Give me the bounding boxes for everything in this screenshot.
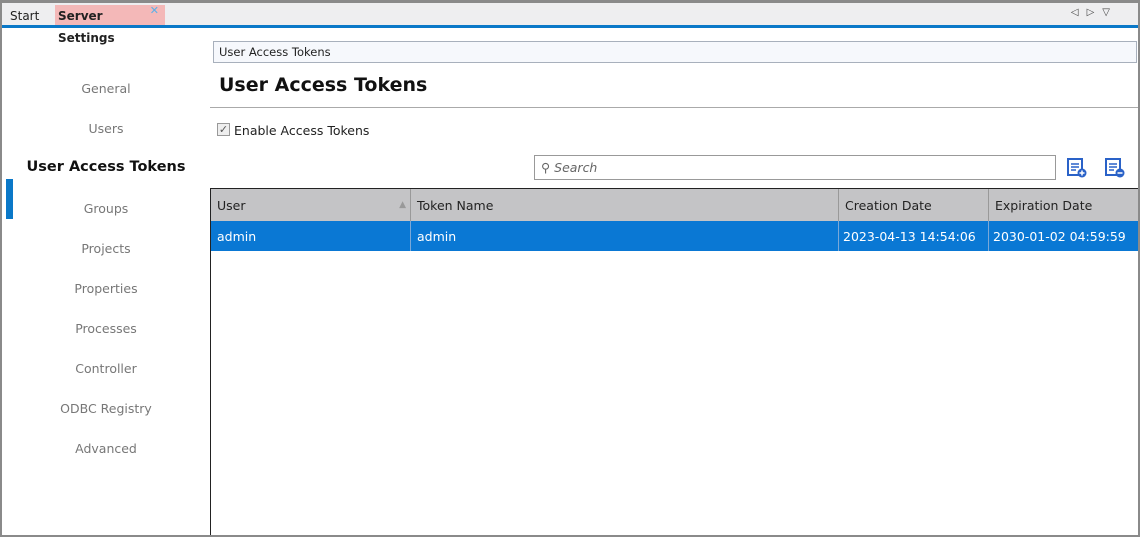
scroll-left-icon[interactable]: ◁ [1071,7,1087,18]
cell-creation-date: 2023-04-13 14:54:06 [839,221,989,251]
breadcrumb: User Access Tokens [213,41,1137,63]
column-header-token-name[interactable]: Token Name [411,189,839,221]
enable-tokens-label[interactable]: Enable Access Tokens [234,123,369,138]
table-header: User ▲ Token Name Creation Date Expiratio… [211,189,1138,221]
cell-expiration-date: 2030-01-02 04:59:59 [993,228,1126,244]
divider [210,107,1138,108]
sidebar-item-groups[interactable]: Groups [2,201,210,216]
sidebar-item-projects[interactable]: Projects [2,241,210,256]
cell-user: admin [211,221,411,251]
cell-token-name: admin [411,221,839,251]
add-token-icon[interactable] [1067,158,1087,178]
tab-bar: Start Server Settings ✕ ◁▷▽ [2,3,1138,45]
tab-server-settings[interactable]: Server Settings ✕ [55,4,165,45]
close-icon[interactable]: ✕ [150,0,159,22]
sidebar-item-controller[interactable]: Controller [2,361,210,376]
column-header-user[interactable]: User ▲ [211,189,411,221]
column-header-expiration-date[interactable]: Expiration Date [989,189,1138,221]
sidebar-item-user-access-tokens[interactable]: User Access Tokens [2,159,210,175]
enable-tokens-checkbox[interactable]: ✓ [217,123,230,136]
remove-token-icon[interactable] [1105,158,1125,178]
sidebar-item-general[interactable]: General [2,81,210,96]
column-header-creation-date[interactable]: Creation Date [839,189,989,221]
tab-list-dropdown-icon[interactable]: ▽ [1102,7,1118,18]
scroll-right-icon[interactable]: ▷ [1087,7,1103,18]
tab-start[interactable]: Start [4,5,45,25]
search-placeholder: Search [554,160,598,175]
sidebar-item-processes[interactable]: Processes [2,321,210,336]
sort-ascending-icon: ▲ [399,200,406,210]
table-row[interactable]: admin admin 2023-04-13 14:54:06 2030-01-… [211,221,1138,251]
sidebar-item-advanced[interactable]: Advanced [2,441,210,456]
tokens-table: User ▲ Token Name Creation Date Expiratio… [210,188,1138,535]
settings-sidebar: General Users User Access Tokens Groups … [2,30,210,535]
sidebar-item-users[interactable]: Users [2,121,210,136]
search-input[interactable]: ⚲ Search [534,155,1056,180]
sidebar-item-odbc-registry[interactable]: ODBC Registry [2,401,210,416]
sidebar-item-properties[interactable]: Properties [2,281,210,296]
page-title: User Access Tokens [219,74,428,96]
search-icon: ⚲ [541,160,551,175]
